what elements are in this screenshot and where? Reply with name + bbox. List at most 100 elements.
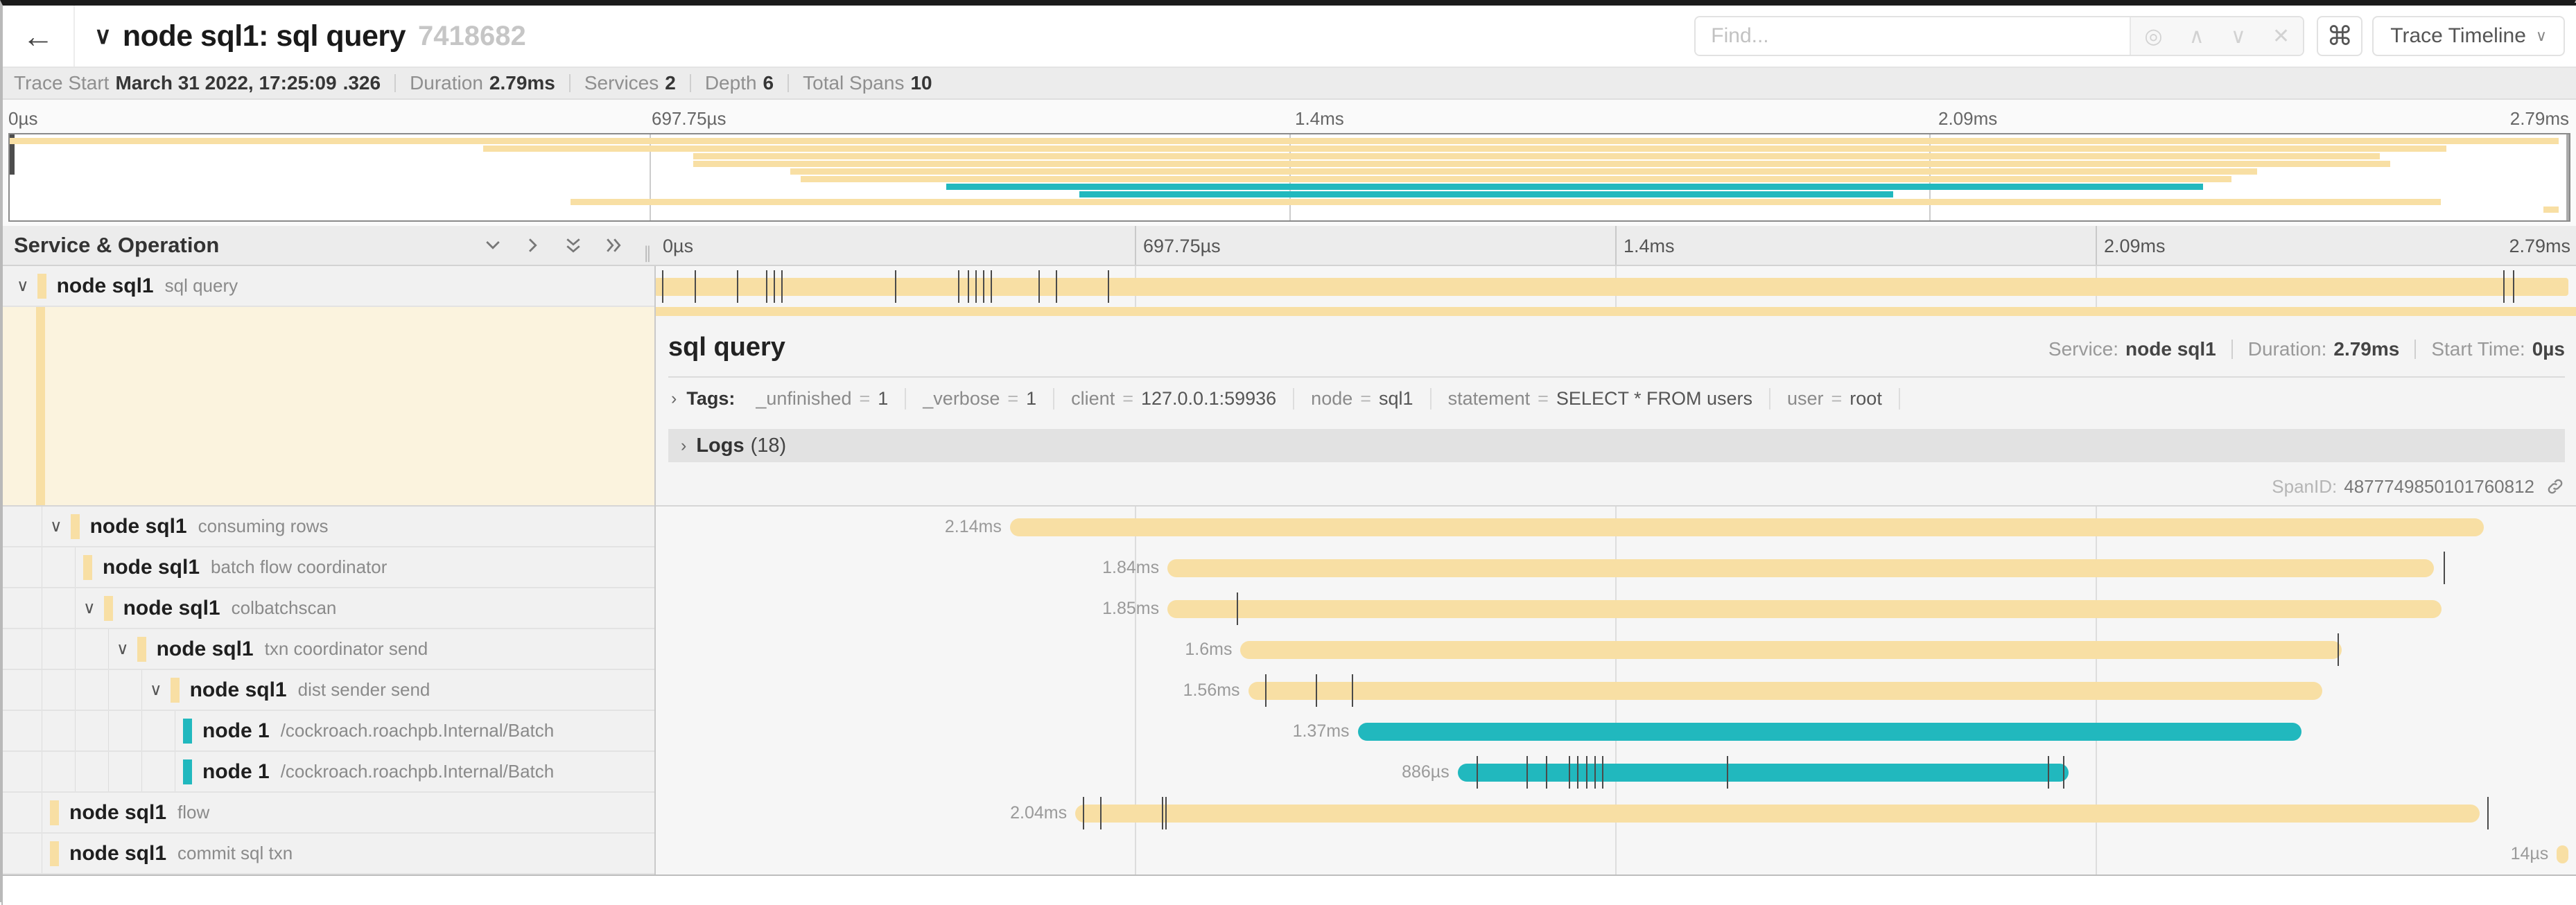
span-name-cell[interactable]: node sql1flow [3, 793, 654, 834]
log-marker-tick [1165, 797, 1167, 829]
clear-find-icon[interactable]: ✕ [2272, 24, 2290, 49]
trace-view-selector[interactable]: Trace Timeline ∨ [2372, 16, 2565, 56]
log-marker-tick [1038, 270, 1040, 303]
ruler-tick-label: 2.79ms [2510, 108, 2569, 130]
tags-row[interactable]: › Tags: _unfinished=1_verbose=1client=12… [668, 378, 2565, 419]
span-bar[interactable] [1167, 559, 2434, 577]
minimap-span-bar [946, 184, 2203, 190]
span-row[interactable]: node 1/cockroach.roachpb.Internal/Batch 1… [3, 711, 2576, 752]
span-name-cell[interactable]: ∨node sql1sql query [3, 266, 654, 307]
span-timeline-cell[interactable]: 1.85ms [654, 588, 2576, 629]
span-name-cell[interactable]: node sql1batch flow coordinator [3, 547, 654, 588]
expand-all-icon[interactable] [603, 235, 624, 256]
span-id-value: 4877749850101760812 [2344, 476, 2534, 498]
log-marker-tick [958, 270, 959, 303]
tag-key: client [1071, 388, 1115, 410]
span-bar[interactable] [1075, 805, 2480, 823]
span-name-cell[interactable]: ∨ node sql1 consuming rows [3, 507, 654, 547]
ruler-tick-label: 1.4ms [1295, 108, 1344, 130]
minimap-canvas[interactable] [8, 133, 2570, 222]
chevron-down-icon[interactable]: ∨ [83, 598, 96, 618]
span-bar[interactable] [1240, 641, 2341, 659]
span-timeline-cell[interactable]: 2.04ms [654, 793, 2576, 834]
span-row[interactable]: node 1/cockroach.roachpb.Internal/Batch8… [3, 752, 2576, 793]
span-timeline-cell[interactable]: 1.56ms [654, 670, 2576, 711]
find-input[interactable] [1696, 17, 2130, 55]
service-label: Service: [2048, 338, 2118, 360]
chevron-down-icon[interactable]: ∨ [17, 276, 29, 296]
back-button[interactable]: ← [3, 6, 75, 67]
span-bar[interactable] [654, 278, 2568, 296]
duration-value: 2.79ms [2333, 338, 2399, 360]
divider [569, 74, 571, 92]
span-bar[interactable] [2557, 845, 2568, 863]
service-name: node 1 [202, 719, 270, 743]
span-row[interactable]: ∨node sql1colbatchscan1.85ms [3, 588, 2576, 629]
span-row[interactable]: ∨node sql1dist sender send1.56ms [3, 670, 2576, 711]
expand-one-icon[interactable] [523, 235, 543, 256]
trace-start-value: March 31 2022, 17:25:09 [115, 72, 336, 94]
span-color-accent [171, 678, 180, 703]
span-bar[interactable] [1010, 518, 2484, 536]
service-name: node 1 [202, 760, 270, 784]
operation-name: consuming rows [198, 516, 329, 537]
service-name: node sql1 [123, 597, 220, 620]
link-icon[interactable] [2545, 477, 2565, 496]
span-bar[interactable] [1358, 723, 2301, 741]
span-bar[interactable] [1167, 600, 2442, 618]
logs-row[interactable]: › Logs (18) [668, 429, 2565, 462]
span-name-cell[interactable]: ∨node sql1txn coordinator send [3, 629, 654, 670]
equals-sign: = [1360, 388, 1371, 410]
next-result-icon[interactable]: ∨ [2231, 24, 2246, 49]
column-resize-grip[interactable]: ∥ [643, 243, 652, 263]
log-marker-tick [1108, 270, 1109, 303]
service-name: node sql1 [103, 556, 200, 579]
span-timeline-cell[interactable]: 14µs [654, 834, 2576, 875]
collapse-all-icon[interactable] [563, 235, 584, 256]
prev-result-icon[interactable]: ∧ [2189, 24, 2204, 49]
keyboard-shortcuts-button[interactable]: ⌘ [2317, 16, 2362, 56]
service-name: node sql1 [90, 515, 187, 538]
span-timeline-cell[interactable]: 1.37ms [654, 711, 2576, 752]
span-name-cell[interactable]: ∨node sql1colbatchscan [3, 588, 654, 629]
operation-name: sql query [165, 275, 238, 297]
trace-start-fraction: .326 [343, 72, 381, 94]
span-row[interactable]: ∨ node sql1 consuming rows 2.14ms [3, 507, 2576, 547]
log-marker-tick [1526, 756, 1528, 789]
span-bar[interactable] [1458, 764, 2069, 782]
span-duration-label: 1.37ms [1293, 711, 1350, 752]
column-divider[interactable] [654, 266, 656, 875]
timeline-minimap: 0µs697.75µs1.4ms2.09ms2.79ms [3, 100, 2576, 226]
span-row[interactable]: node sql1batch flow coordinator1.84ms [3, 547, 2576, 588]
span-name-cell[interactable]: node 1/cockroach.roachpb.Internal/Batch [3, 711, 654, 752]
span-row[interactable]: ∨node sql1txn coordinator send1.6ms [3, 629, 2576, 670]
span-duration-label: 1.6ms [1185, 629, 1232, 670]
span-bar[interactable] [1248, 682, 2323, 700]
locate-icon[interactable]: ◎ [2144, 24, 2162, 49]
chevron-down-icon[interactable]: ∨ [150, 680, 162, 700]
span-name-cell[interactable]: ∨node sql1dist sender send [3, 670, 654, 711]
span-name-cell[interactable]: node sql1commit sql txn [3, 834, 654, 875]
span-row[interactable]: node sql1flow 2.04ms [3, 793, 2576, 834]
collapse-header-icon[interactable]: ∨ [94, 22, 112, 50]
chevron-down-icon[interactable]: ∨ [116, 639, 129, 659]
span-row[interactable]: node sql1commit sql txn14µs [3, 834, 2576, 875]
span-timeline-cell[interactable] [654, 266, 2576, 307]
span-duration-label: 1.85ms [1102, 588, 1159, 629]
span-row[interactable]: ∨node sql1sql query [3, 266, 2576, 307]
span-timeline-cell[interactable]: 1.6ms [654, 629, 2576, 670]
ruler-gridline [1615, 226, 1617, 265]
span-name-cell[interactable]: node 1/cockroach.roachpb.Internal/Batch [3, 752, 654, 793]
span-timeline-cell[interactable]: 886µs [654, 752, 2576, 793]
tags-label: Tags: [686, 388, 735, 410]
service-name: node sql1 [157, 638, 254, 661]
chevron-down-icon[interactable]: ∨ [50, 516, 62, 536]
indent-guide [108, 711, 109, 750]
log-marker-tick [1352, 674, 1353, 707]
span-duration-label: 2.04ms [1010, 793, 1067, 834]
span-timeline-cell[interactable]: 2.14ms [654, 507, 2576, 547]
collapse-one-icon[interactable] [482, 235, 503, 256]
minimap-right-drag-handle[interactable] [2566, 134, 2569, 220]
span-timeline-cell[interactable]: 1.84ms [654, 547, 2576, 588]
depth-label: Depth [705, 72, 757, 94]
